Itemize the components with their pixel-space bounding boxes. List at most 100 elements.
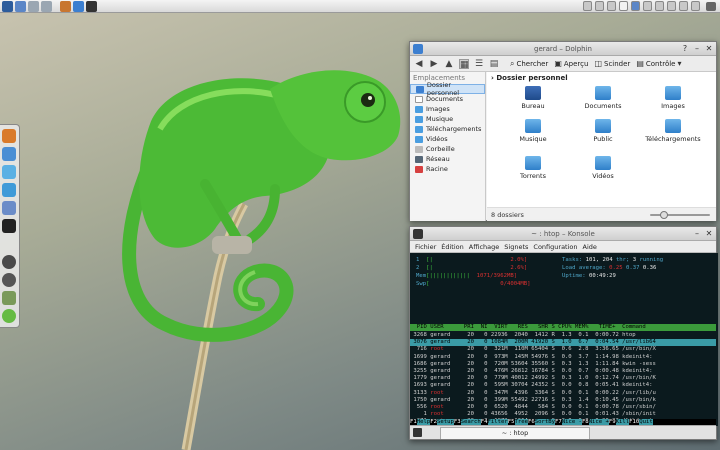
clock-widget[interactable] — [706, 2, 716, 11]
folder-item-music[interactable]: Musique — [503, 119, 563, 143]
tab-htop[interactable]: ~ : htop — [440, 427, 590, 439]
folder-item-public[interactable]: Public — [573, 119, 633, 143]
media-player-icon[interactable] — [2, 255, 16, 269]
status-bar: 8 dossiers — [487, 207, 716, 221]
place-item-downloads[interactable]: Téléchargements — [410, 124, 485, 134]
process-row[interactable]: 716 root 20 0 321M 110M 65404 S 0.6 2.8 … — [410, 346, 716, 353]
place-item-home[interactable]: Dossier personnel — [410, 81, 485, 97]
zoom-slider-handle[interactable] — [660, 211, 668, 219]
kde-icon[interactable] — [2, 183, 16, 197]
process-row[interactable]: 1750 gerard 20 0 399M 55492 22716 S 0.3 … — [410, 397, 716, 404]
process-table-header[interactable]: PID USER PRI NI VIRT RES SHR S CPU% MEM%… — [410, 324, 716, 331]
dolphin-titlebar[interactable]: gerard – Dolphin ? – ✕ — [410, 42, 716, 56]
dolphin-icon[interactable] — [2, 147, 16, 161]
folder-item-images[interactable]: Images — [643, 86, 703, 110]
konsole-window: ~ : htop – Konsole – ✕ Fichier Édition A… — [409, 226, 718, 440]
folder-icon — [665, 119, 681, 133]
chevron-up-icon[interactable] — [691, 1, 700, 11]
konsole-tab-bar: ~ : htop — [410, 425, 716, 439]
menu-file[interactable]: Fichier — [415, 243, 436, 251]
volume-icon[interactable] — [679, 1, 688, 11]
back-arrow-icon[interactable]: ◀ — [414, 59, 424, 69]
office-icon[interactable] — [2, 201, 16, 215]
notes-icon[interactable] — [631, 1, 640, 11]
process-row[interactable]: 3255 gerard 20 0 476M 26812 16784 S 0.0 … — [410, 368, 716, 375]
wifi-icon[interactable] — [667, 1, 676, 11]
calendar-icon[interactable] — [619, 1, 628, 11]
folder-label: Torrents — [520, 172, 546, 180]
icons-view-icon[interactable]: ▦ — [459, 58, 469, 70]
process-row[interactable]: 1699 gerard 20 0 973M 145M 54976 S 0.0 3… — [410, 354, 716, 361]
preview-label: Aperçu — [563, 59, 589, 68]
cpu1-meter: 1 [| 2.0%] — [416, 257, 528, 263]
place-label: Documents — [426, 95, 464, 103]
up-arrow-icon[interactable]: ▲ — [444, 59, 454, 69]
control-button[interactable]: ▤ Contrôle ▾ — [636, 59, 683, 68]
menu-settings[interactable]: Configuration — [533, 243, 577, 251]
kmail-icon[interactable] — [2, 165, 16, 179]
folder-item-downloads[interactable]: Téléchargements — [643, 119, 703, 143]
notifications-icon[interactable] — [643, 1, 652, 11]
process-row[interactable]: 556 root 20 0 6520 4844 584 S 0.0 0.1 0:… — [410, 404, 716, 411]
place-item-videos[interactable]: Vidéos — [410, 134, 485, 144]
firefox-icon[interactable] — [2, 129, 16, 143]
opensuse-icon[interactable] — [2, 309, 16, 323]
minimize-icon[interactable]: – — [692, 229, 702, 239]
menu-view[interactable]: Affichage — [469, 243, 500, 251]
clipboard-icon[interactable] — [607, 1, 616, 11]
folder-label: Téléchargements — [645, 135, 701, 143]
folder-item-documents[interactable]: Documents — [573, 86, 633, 110]
minimize-icon[interactable]: – — [692, 44, 702, 54]
process-row[interactable]: 3133 root 20 0 347M 4396 3364 S 0.0 0.1 … — [410, 390, 716, 397]
process-row[interactable]: 1686 gerard 20 0 720M 53604 35560 S 0.3 … — [410, 361, 716, 368]
place-item-music[interactable]: Musique — [410, 114, 485, 124]
search-button[interactable]: ⌕ Chercher — [510, 59, 548, 69]
zoom-slider[interactable] — [650, 211, 710, 219]
terminal-view[interactable]: 1 [| 2.0%] 2 [| 2.6%] Mem[|||||||||||| 1… — [410, 253, 718, 426]
split-button[interactable]: ◫ Scinder — [594, 59, 630, 68]
compact-view-icon[interactable]: ☰ — [474, 59, 484, 69]
pager-icon[interactable] — [41, 0, 52, 12]
package-icon[interactable] — [583, 1, 592, 11]
process-row[interactable]: 1 root 20 0 43656 4952 2096 S 0.0 0.1 0:… — [410, 411, 716, 418]
close-icon[interactable]: ✕ — [704, 229, 714, 239]
pager-icon[interactable] — [28, 0, 39, 12]
terminal-icon[interactable] — [2, 219, 16, 233]
chevron-down-icon: ▾ — [677, 59, 682, 68]
kickoff-launcher-icon[interactable] — [2, 0, 13, 12]
place-label: Téléchargements — [426, 125, 482, 133]
place-item-root[interactable]: Racine — [410, 164, 485, 174]
preview-button[interactable]: ▣ Aperçu — [554, 59, 588, 68]
image-viewer-icon[interactable] — [2, 291, 16, 305]
menu-edit[interactable]: Édition — [441, 243, 464, 251]
folder-label: Documents — [584, 102, 622, 110]
place-item-trash[interactable]: Corbeille — [410, 144, 485, 154]
dolphin-task-icon[interactable] — [73, 0, 84, 12]
folder-icon — [525, 156, 541, 170]
desktop-icon[interactable] — [15, 0, 26, 12]
disc-icon[interactable] — [2, 273, 16, 287]
menu-help[interactable]: Aide — [583, 243, 597, 251]
top-panel — [0, 0, 720, 13]
process-row[interactable]: 3076 gerard 20 0 1084M 200M 41920 S 1.0 … — [410, 339, 716, 347]
breadcrumb[interactable]: › Dossier personnel — [487, 72, 716, 84]
place-item-network[interactable]: Réseau — [410, 154, 485, 164]
konsole-task-icon[interactable] — [86, 0, 97, 12]
process-row[interactable]: 1693 gerard 20 0 595M 30704 24352 S 0.0 … — [410, 382, 716, 389]
help-icon[interactable]: ? — [680, 44, 690, 54]
folder-item-videos[interactable]: Vidéos — [573, 156, 633, 180]
konsole-titlebar[interactable]: ~ : htop – Konsole – ✕ — [410, 227, 716, 241]
folder-item-bureau[interactable]: Bureau — [503, 86, 563, 110]
forward-arrow-icon[interactable]: ▶ — [429, 59, 439, 69]
process-row[interactable]: 3268 gerard 20 0 22936 2040 1412 R 1.3 0… — [410, 332, 716, 339]
folder-item-torrents[interactable]: Torrents — [503, 156, 563, 180]
details-view-icon[interactable]: ▤ — [489, 59, 499, 69]
place-item-images[interactable]: Images — [410, 104, 485, 114]
firefox-task-icon[interactable] — [60, 0, 71, 12]
network-icon[interactable] — [595, 1, 604, 11]
battery-icon[interactable] — [655, 1, 664, 11]
menu-bookmarks[interactable]: Signets — [504, 243, 528, 251]
new-tab-icon[interactable] — [413, 428, 422, 437]
process-row[interactable]: 1779 gerard 20 0 779M 40012 24992 S 0.3 … — [410, 375, 716, 382]
close-icon[interactable]: ✕ — [704, 44, 714, 54]
